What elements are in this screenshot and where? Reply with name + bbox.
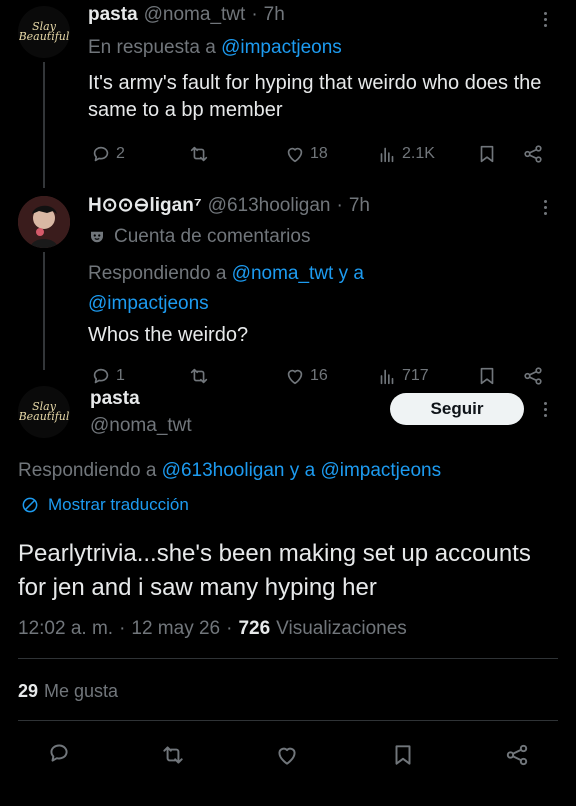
reply-icon xyxy=(50,744,68,762)
bookmark-button[interactable] xyxy=(476,365,498,387)
translate-icon xyxy=(22,497,38,513)
account-label: Cuenta de comentarios xyxy=(114,226,311,247)
divider xyxy=(18,658,558,659)
bookmark-icon xyxy=(480,145,494,163)
repost-button[interactable] xyxy=(188,143,210,165)
views-count: 726 xyxy=(238,618,271,639)
repost-button[interactable] xyxy=(160,742,186,773)
display-name[interactable]: H⊙⊙⊖ligan⁷ xyxy=(88,194,202,217)
reply-to-link[interactable]: @impactjeons xyxy=(88,293,209,314)
more-icon[interactable] xyxy=(544,200,547,215)
tweet-text: Whos the weirdo? xyxy=(88,324,249,346)
views-icon xyxy=(380,147,394,163)
avatar[interactable]: Slay Beautiful xyxy=(18,386,70,438)
like-button[interactable]: 16 xyxy=(284,365,328,387)
share-icon xyxy=(524,145,542,163)
likes-summary[interactable]: 29 Me gusta xyxy=(18,681,118,702)
reply-button[interactable] xyxy=(46,740,72,771)
handle[interactable]: @613hooligan xyxy=(208,195,331,217)
reply-context: Respondiendo a @613hooligan y a @impactj… xyxy=(18,460,441,482)
reply-button[interactable]: 1 xyxy=(90,365,125,387)
share-icon xyxy=(506,744,528,766)
reply-prefix: En respuesta a xyxy=(88,37,216,58)
reply-to-link[interactable]: @impactjeons xyxy=(221,37,342,58)
views-icon xyxy=(380,369,394,385)
views-button[interactable]: 2.1K xyxy=(376,143,435,165)
tweet-header: pasta @noma_twt · 7h xyxy=(88,4,285,26)
bookmark-button[interactable] xyxy=(390,742,416,773)
likes-count: 29 xyxy=(18,681,39,701)
reply-to-link[interactable]: @613hooligan xyxy=(162,460,285,481)
thread-line xyxy=(43,252,45,370)
avatar[interactable]: Slay Beautiful xyxy=(18,6,70,58)
views-count: 717 xyxy=(402,367,429,384)
share-button[interactable] xyxy=(504,742,530,773)
reply-count: 1 xyxy=(116,367,125,384)
reply-context: Respondiendo a @noma_twt y a @impactjeon… xyxy=(88,259,528,319)
account-label-row: Cuenta de comentarios xyxy=(88,226,310,248)
reply-and: y a xyxy=(338,263,364,284)
reply-and: y a xyxy=(289,460,316,481)
timestamp[interactable]: 12:02 a. m. xyxy=(18,618,113,640)
reply-count: 2 xyxy=(116,145,125,162)
share-button[interactable] xyxy=(522,365,544,387)
reply-context: En respuesta a @impactjeons xyxy=(88,37,342,59)
display-name[interactable]: pasta xyxy=(88,4,138,26)
avatar-logo: Slay Beautiful xyxy=(18,20,70,43)
heart-icon xyxy=(287,147,303,163)
handle[interactable]: @noma_twt xyxy=(90,415,192,437)
translate-label: Mostrar traducción xyxy=(48,495,189,514)
like-button[interactable]: 18 xyxy=(284,143,328,165)
reply-to-link[interactable]: @noma_twt xyxy=(232,263,334,284)
repost-icon xyxy=(190,146,208,162)
translate-button[interactable]: Mostrar traducción xyxy=(20,495,189,515)
more-icon[interactable] xyxy=(544,402,547,417)
likes-label: Me gusta xyxy=(44,681,119,701)
reply-icon xyxy=(93,146,109,162)
tweet-text: Pearlytrivia...she's been making set up … xyxy=(18,540,531,601)
reply-to-link[interactable]: @impactjeons xyxy=(320,460,441,481)
repost-button[interactable] xyxy=(188,365,210,387)
separator: · xyxy=(336,195,343,216)
masks-icon xyxy=(91,231,103,243)
date[interactable]: 12 may 26 xyxy=(131,618,220,640)
bookmark-button[interactable] xyxy=(476,143,498,165)
separator: · xyxy=(119,618,126,639)
reply-prefix: Respondiendo a xyxy=(88,263,227,284)
tweet-text: It's army's fault for hyping that weirdo… xyxy=(88,72,542,121)
avatar[interactable] xyxy=(18,196,70,248)
repost-icon xyxy=(163,746,183,764)
follow-button[interactable]: Seguir xyxy=(390,393,524,425)
heart-icon xyxy=(287,369,303,385)
avatar-logo: Slay Beautiful xyxy=(18,400,70,423)
like-count: 16 xyxy=(310,367,328,384)
share-button[interactable] xyxy=(522,143,544,165)
share-icon xyxy=(524,367,542,385)
separator: · xyxy=(226,618,233,639)
views-label: Visualizaciones xyxy=(276,618,407,639)
thread-line xyxy=(43,62,45,188)
divider xyxy=(18,720,558,721)
reply-icon xyxy=(93,368,109,384)
repost-icon xyxy=(190,368,208,384)
separator: · xyxy=(251,4,258,25)
views-button[interactable]: 717 xyxy=(376,365,429,387)
bookmark-icon xyxy=(395,745,411,765)
more-icon[interactable] xyxy=(544,12,547,27)
avatar-photo-icon xyxy=(18,196,70,248)
like-count: 18 xyxy=(310,145,328,162)
display-name[interactable]: pasta xyxy=(90,388,140,410)
handle[interactable]: @noma_twt xyxy=(144,4,246,26)
bookmark-icon xyxy=(480,367,494,385)
like-button[interactable] xyxy=(274,742,300,773)
timestamp[interactable]: 7h xyxy=(349,195,370,217)
views-count: 2.1K xyxy=(402,145,435,162)
tweet-header: H⊙⊙⊖ligan⁷ @613hooligan · 7h xyxy=(88,194,370,217)
heart-icon xyxy=(278,747,296,765)
tweet-meta: 12:02 a. m. · 12 may 26 · 726 Visualizac… xyxy=(18,618,407,640)
reply-prefix: Respondiendo a xyxy=(18,460,157,481)
reply-button[interactable]: 2 xyxy=(90,143,125,165)
timestamp[interactable]: 7h xyxy=(264,4,285,26)
